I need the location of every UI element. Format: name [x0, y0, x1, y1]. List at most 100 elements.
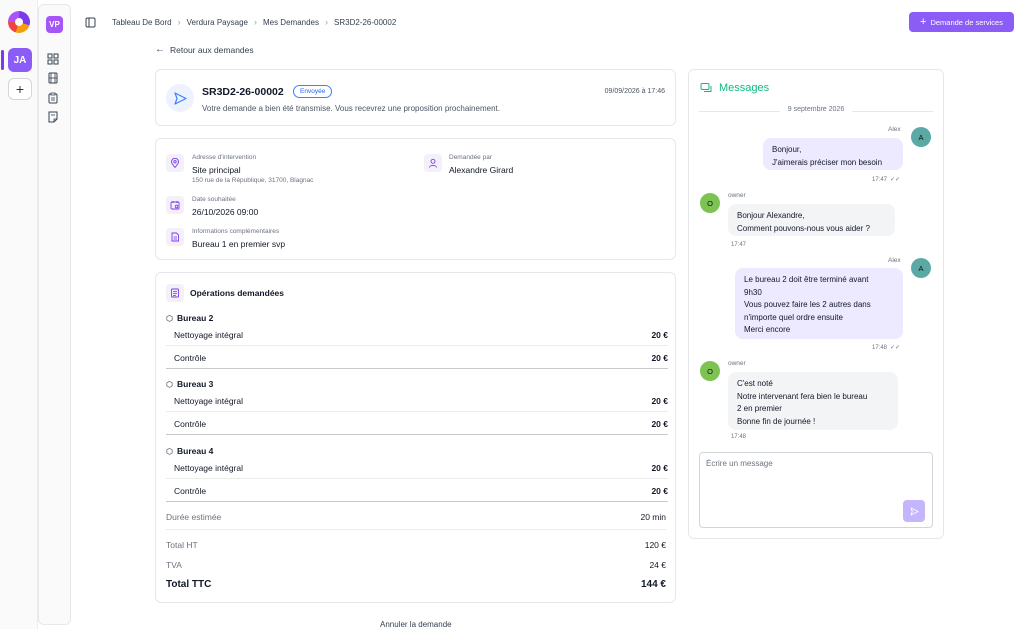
avatar: O	[700, 193, 720, 213]
operation-name: Nettoyage intégral	[174, 462, 243, 473]
operation-price: 20 €	[651, 485, 668, 496]
operation-group: ⬡ Bureau 2	[166, 313, 213, 323]
breadcrumb: Tableau De Bord › Verdura Paysage › Mes …	[85, 16, 396, 28]
duration-label: Durée estimée	[166, 512, 222, 522]
messages-title: Messages	[719, 82, 770, 94]
total-ttc-row: Total TTC 144 €	[166, 579, 666, 590]
operation-row: Contrôle 20 €	[166, 347, 668, 369]
add-workspace-button[interactable]: +	[8, 78, 32, 100]
operation-name: Contrôle	[174, 485, 207, 496]
back-to-requests-link[interactable]: ← Retour aux demandes	[155, 44, 254, 55]
chat-icon	[700, 83, 712, 92]
group-name: Bureau 3	[176, 379, 214, 389]
message-line: Bonjour,	[772, 145, 802, 154]
message-input[interactable]	[706, 459, 896, 468]
send-icon	[910, 507, 918, 515]
message-bubble: Le bureau 2 doit être terminé avant 9h30…	[735, 268, 903, 339]
request-confirmation-message: Votre demande a bien été transmise. Vous…	[202, 104, 500, 113]
date-value: 26/10/2026 09:00	[192, 207, 259, 217]
back-link-label: Retour aux demandes	[170, 44, 254, 55]
message-bubble: C'est noté Notre intervenant fera bien l…	[728, 372, 898, 430]
breadcrumb-item-company[interactable]: Verdura Paysage	[187, 18, 248, 27]
operation-row: Nettoyage intégral 20 €	[166, 390, 668, 412]
day-separator: 9 septembre 2026	[689, 106, 943, 113]
cancel-request-link[interactable]: Annuler la demande	[380, 620, 452, 629]
total-ht-row: Total HT 120 €	[166, 540, 666, 550]
tva-row: TVA 24 €	[166, 560, 666, 570]
film-icon[interactable]	[47, 72, 59, 84]
operation-row: Contrôle 20 €	[166, 480, 668, 502]
workspace-avatar[interactable]: JA	[8, 48, 32, 72]
double-check-icon: ✓✓	[890, 345, 901, 351]
new-service-request-button[interactable]: + Demande de services	[909, 12, 1014, 32]
operations-card: Opérations demandées ⬡ Bureau 2 Nettoyag…	[155, 272, 676, 603]
clipboard-icon[interactable]	[47, 92, 59, 104]
status-badge: Envoyée	[293, 85, 333, 98]
message-line: Comment pouvons-nous vous aider ?	[737, 223, 870, 233]
message-composer	[699, 452, 933, 528]
message-line: Notre intervenant fera bien le bureau	[737, 391, 868, 401]
arrow-left-icon: ←	[155, 44, 165, 55]
avatar: A	[911, 258, 931, 278]
operation-price: 20 €	[651, 329, 668, 340]
message-line: 9h30	[744, 287, 762, 297]
requested-by-value: Alexandre Girard	[449, 165, 514, 175]
message-author: owner	[728, 360, 746, 367]
sidebar-toggle-icon[interactable]	[85, 17, 96, 28]
plus-icon: +	[920, 16, 927, 28]
operation-row: Nettoyage intégral 20 €	[166, 324, 668, 346]
map-pin-icon	[166, 154, 184, 172]
address-value: Site principal	[192, 165, 241, 175]
divider	[166, 529, 666, 530]
message-line: 2 en premier	[737, 404, 782, 413]
chevron-right-icon: ›	[325, 17, 328, 27]
active-indicator	[1, 50, 4, 70]
breadcrumb-item-dashboard[interactable]: Tableau De Bord	[112, 18, 172, 27]
message-time: 17:47	[872, 176, 888, 183]
group-name: Bureau 4	[176, 446, 214, 456]
send-status-icon	[166, 84, 194, 112]
duration-value: 20 min	[640, 512, 666, 522]
list-icon	[166, 284, 184, 302]
operation-name: Contrôle	[174, 352, 207, 363]
message-meta: 17:48 ✓✓	[872, 344, 901, 352]
document-icon	[166, 228, 184, 246]
cube-icon: ⬡	[166, 379, 173, 389]
dashboard-icon[interactable]	[47, 53, 59, 65]
requested-by-label: Demandée par	[449, 154, 492, 161]
message-line: Bonne fin de journée !	[737, 416, 816, 426]
date-label: Date souhaitée	[192, 196, 236, 203]
organization-avatar[interactable]: VP	[46, 16, 63, 33]
cube-icon: ⬡	[166, 446, 173, 456]
app-logo[interactable]	[8, 11, 30, 33]
address-label: Adresse d'intervention	[192, 154, 257, 161]
breadcrumb-item-requests[interactable]: Mes Demandes	[263, 18, 319, 27]
tva-value: 24 €	[649, 560, 666, 570]
message-line: Bonjour Alexandre,	[737, 211, 805, 220]
new-service-request-label: Demande de services	[930, 17, 1003, 27]
message-meta: 17:47	[731, 242, 746, 248]
operation-price: 20 €	[651, 352, 668, 363]
message-line: Le bureau 2 doit être terminé avant	[744, 275, 869, 284]
address-detail: 150 rue de la République, 31700, Blagnac	[192, 177, 314, 184]
cube-icon: ⬡	[166, 313, 173, 323]
duration-row: Durée estimée 20 min	[166, 512, 666, 522]
total-ttc-label: Total TTC	[166, 579, 212, 590]
operations-title: Opérations demandées	[190, 288, 285, 298]
operation-name: Nettoyage intégral	[174, 395, 243, 406]
send-message-button[interactable]	[903, 500, 925, 522]
note-icon[interactable]	[47, 111, 59, 123]
message-author: Alex	[888, 257, 901, 264]
request-info-card: Adresse d'intervention Site principal 15…	[155, 138, 676, 260]
tva-label: TVA	[166, 560, 182, 570]
total-ht-value: 120 €	[644, 540, 666, 550]
operation-price: 20 €	[651, 395, 668, 406]
operation-name: Nettoyage intégral	[174, 329, 243, 340]
request-reference: SR3D2-26-00002	[202, 86, 284, 98]
day-label: 9 septembre 2026	[779, 106, 853, 113]
avatar: A	[911, 127, 931, 147]
message-bubble: Bonjour Alexandre, Comment pouvons-nous …	[728, 204, 895, 236]
message-meta: 17:48	[731, 434, 746, 440]
message-time: 17:48	[872, 344, 888, 351]
breadcrumb-item-current: SR3D2-26-00002	[334, 17, 397, 27]
